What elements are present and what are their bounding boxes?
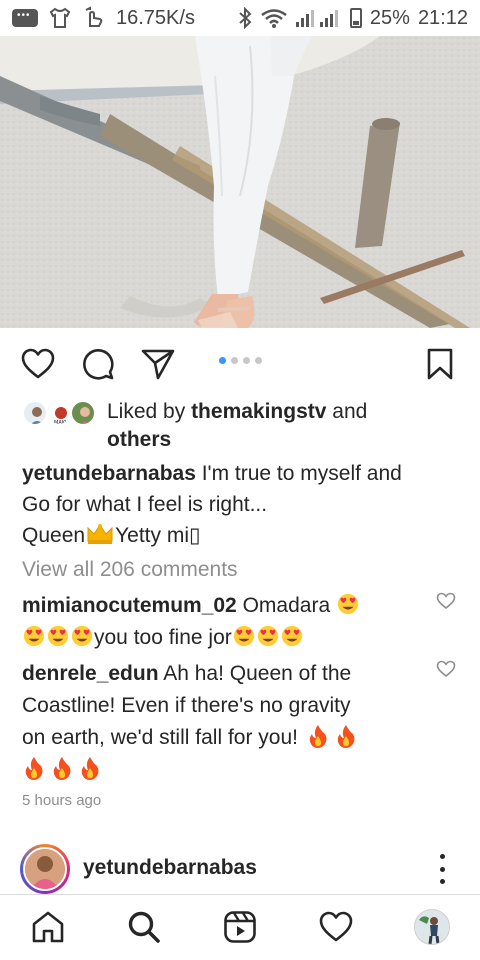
carousel-dot	[255, 357, 262, 364]
caption-text: Yetty mi	[115, 524, 189, 547]
heart-eyes-emoji-icon	[233, 625, 254, 647]
tshirt-icon	[49, 7, 71, 28]
next-post-avatar[interactable]	[20, 844, 70, 894]
carousel-dot	[219, 357, 226, 364]
comment-item: mimianocutemum_02 Omadara you too fine j…	[22, 590, 422, 654]
bookmark-icon	[427, 348, 453, 380]
fire-emoji-icon	[309, 725, 327, 748]
crown-emoji-icon	[87, 524, 113, 544]
like-button[interactable]	[20, 346, 56, 382]
fire-emoji-icon	[81, 757, 99, 780]
heart-eyes-emoji-icon	[257, 625, 278, 647]
avatar	[23, 847, 67, 891]
comment-item: denrele_edun Ah ha! Queen of the Coastli…	[22, 658, 422, 786]
fire-emoji-icon	[25, 757, 43, 780]
liker-avatar	[22, 400, 48, 426]
nav-reels[interactable]	[222, 909, 258, 945]
likes-connector: and	[326, 400, 368, 423]
comment-like-button[interactable]	[436, 592, 458, 614]
post-timestamp: 5 hours ago	[22, 792, 102, 809]
signal-icon	[295, 10, 338, 27]
nav-activity[interactable]	[318, 909, 354, 945]
heart-eyes-emoji-icon	[47, 625, 69, 647]
heart-eyes-emoji-icon	[281, 625, 302, 647]
comment-button[interactable]	[80, 346, 116, 382]
liker-avatars: MAKING	[22, 400, 98, 428]
view-all-comments-link[interactable]: View all 206 comments	[22, 558, 238, 582]
caption-text: Go for what I feel is right...	[22, 493, 268, 516]
liker-avatar	[70, 400, 96, 426]
reels-icon	[224, 911, 256, 943]
network-speed: 16.75K/s	[116, 6, 195, 29]
comment-text: on earth, we'd still fall for you!	[22, 726, 304, 749]
next-post-header: yetundebarnabas	[0, 842, 480, 894]
comment-like-button[interactable]	[436, 660, 458, 682]
search-icon	[128, 911, 160, 943]
carousel-dot	[231, 357, 238, 364]
fire-emoji-icon	[337, 725, 355, 748]
comment-username[interactable]: denrele_edun	[22, 662, 159, 685]
nav-search[interactable]	[126, 909, 162, 945]
more-options-button[interactable]	[432, 854, 452, 884]
comment-username[interactable]: mimianocutemum_02	[22, 594, 237, 617]
bluetooth-icon	[239, 7, 252, 29]
status-bar: 16.75K/s 25% 21:12	[0, 0, 480, 36]
nav-home[interactable]	[30, 909, 66, 945]
caption-username[interactable]: yetundebarnabas	[22, 462, 196, 485]
dot	[439, 866, 445, 872]
carousel-indicator	[219, 357, 262, 364]
liker-avatar: MAKING	[46, 400, 72, 426]
battery-percent: 25%	[369, 6, 410, 29]
dot	[439, 879, 445, 884]
comment-text: Omadara	[236, 594, 336, 617]
nav-profile[interactable]	[414, 909, 450, 945]
bottom-nav	[0, 894, 480, 960]
battery-icon	[349, 8, 362, 28]
fire-emoji-icon	[53, 757, 71, 780]
post-image	[0, 36, 480, 328]
dot	[439, 854, 445, 859]
chat-bubble-icon	[12, 9, 38, 27]
missing-glyph: ▯	[188, 524, 201, 547]
liker-username[interactable]: themakingstv	[191, 400, 326, 423]
activity-heart-icon	[319, 911, 353, 942]
svg-text:MAKING: MAKING	[54, 420, 72, 426]
small-heart-icon	[436, 660, 456, 678]
save-button[interactable]	[422, 346, 458, 382]
profile-avatar	[414, 909, 450, 945]
paper-plane-icon	[141, 349, 175, 380]
heart-icon	[21, 348, 55, 379]
post-photo[interactable]	[0, 36, 480, 328]
hand-icon	[85, 6, 103, 27]
caption-text: I'm true to myself and	[195, 462, 402, 485]
heart-eyes-emoji-icon	[337, 593, 359, 615]
likes-others[interactable]: others	[107, 428, 171, 451]
carousel-dot	[243, 357, 250, 364]
comment-text: Ah ha! Queen of the	[158, 662, 352, 685]
caption-text: Queen	[22, 524, 86, 547]
comment-text: you too fine jor	[94, 626, 232, 649]
small-heart-icon	[436, 592, 456, 610]
heart-eyes-emoji-icon	[23, 625, 45, 647]
share-button[interactable]	[140, 346, 176, 382]
comment-text: Coastline! Even if there's no gravity	[22, 694, 351, 717]
wifi-icon	[261, 9, 287, 28]
post-caption: yetundebarnabas I'm true to myself and G…	[22, 458, 467, 551]
clock: 21:12	[417, 6, 468, 29]
home-icon	[32, 911, 64, 943]
likes-prefix: Liked by	[107, 400, 192, 423]
likes-text: Liked by themakingstv and others	[107, 398, 447, 454]
heart-eyes-emoji-icon	[71, 625, 93, 647]
comment-bubble-icon	[83, 349, 114, 380]
next-post-username[interactable]: yetundebarnabas	[83, 856, 257, 880]
